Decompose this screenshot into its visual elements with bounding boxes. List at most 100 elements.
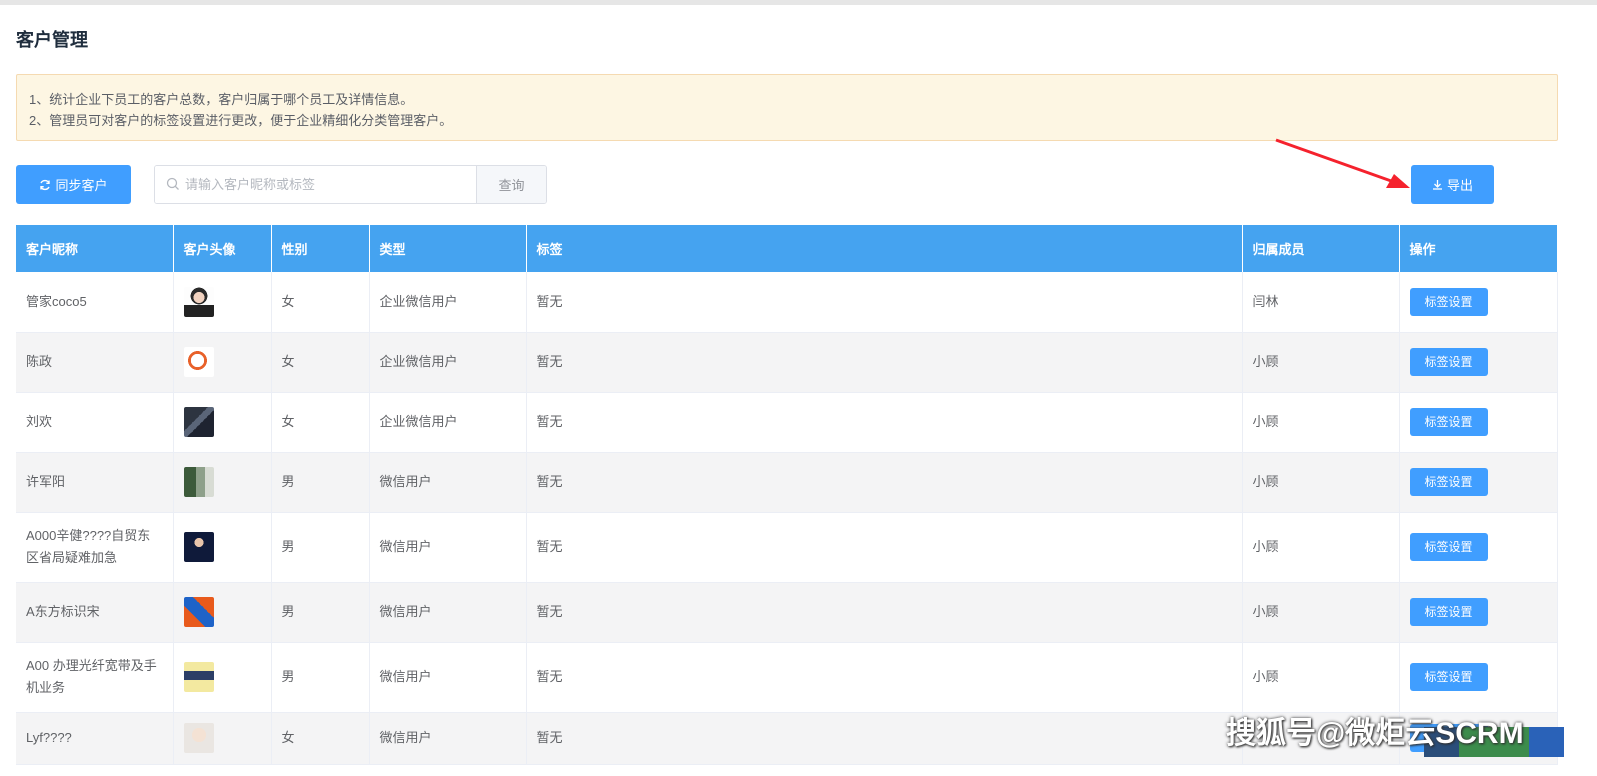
cell-tags: 暂无 xyxy=(526,392,1243,453)
table-header-row: 客户昵称 客户头像 性别 类型 标签 归属成员 操作 xyxy=(16,225,1558,272)
table-row: 许军阳 男 微信用户 暂无 小顾 标签设置 xyxy=(16,452,1558,513)
avatar xyxy=(183,597,214,627)
refresh-icon xyxy=(40,179,51,190)
cell-type-text: 微信用户 xyxy=(379,474,432,489)
table-row: A东方标识宋 男 微信用户 暂无 小顾 标签设置 xyxy=(16,582,1558,643)
cell-owner-text: 小顾 xyxy=(1252,604,1279,619)
tag-settings-button[interactable]: 标签设置 xyxy=(1409,287,1488,316)
cell-tags-text: 暂无 xyxy=(536,604,563,619)
export-button[interactable]: 导出 xyxy=(1411,165,1494,204)
cell-nickname: 陈政 xyxy=(16,332,174,393)
cell-tags: 暂无 xyxy=(526,712,1243,765)
cell-gender: 男 xyxy=(271,642,370,713)
tag-settings-button[interactable]: 标签设置 xyxy=(1409,533,1488,561)
cell-nickname-text: 陈政 xyxy=(26,354,53,369)
tag-settings-button[interactable]: 标签设置 xyxy=(1409,663,1488,691)
cell-avatar xyxy=(173,582,272,643)
tag-settings-button[interactable]: 标签设置 xyxy=(1409,348,1488,376)
sync-customers-button[interactable]: 同步客户 xyxy=(16,165,131,204)
cell-actions: 标签设置 xyxy=(1399,452,1558,513)
cell-gender-text: 男 xyxy=(281,539,295,554)
cell-gender: 女 xyxy=(271,392,370,453)
cell-nickname-text: A东方标识宋 xyxy=(26,604,100,619)
cell-avatar xyxy=(173,332,272,393)
annotation-arrow xyxy=(1275,138,1410,188)
cell-gender: 女 xyxy=(271,712,370,765)
notice-line-2: 2、管理员可对客户的标签设置进行更改，便于企业精细化分类管理客户。 xyxy=(29,113,453,128)
cell-type-text: 企业微信用户 xyxy=(379,414,458,429)
table-row: A000辛健????自贸东区省局疑难加急 男 微信用户 暂无 小顾 标签设置 xyxy=(16,512,1558,583)
cell-type: 微信用户 xyxy=(369,512,527,583)
cell-tags-text: 暂无 xyxy=(536,669,563,684)
cell-tags: 暂无 xyxy=(526,582,1243,643)
cell-actions: 标签设置 xyxy=(1399,582,1558,643)
cell-type-text: 微信用户 xyxy=(379,604,432,619)
cell-type: 微信用户 xyxy=(369,452,527,513)
cell-type-text: 微信用户 xyxy=(379,539,432,554)
search-input[interactable] xyxy=(155,166,476,203)
cell-avatar xyxy=(173,392,272,453)
export-label: 导出 xyxy=(1446,178,1473,193)
cell-tags: 暂无 xyxy=(526,272,1243,333)
cell-gender-text: 女 xyxy=(281,293,295,309)
cell-owner: 闫林 xyxy=(1242,272,1400,333)
cell-gender-text: 男 xyxy=(281,604,295,619)
cell-tags-text: 暂无 xyxy=(536,414,563,429)
cell-gender-text: 男 xyxy=(281,669,295,684)
cell-type: 企业微信用户 xyxy=(369,332,527,393)
cell-nickname: Lyf???? xyxy=(16,712,174,765)
cell-owner: 小顾 xyxy=(1242,582,1400,643)
cell-nickname-text: A000辛健????自贸东区省局疑难加急 xyxy=(26,528,151,565)
cell-owner: 小顾 xyxy=(1242,392,1400,453)
cell-nickname-text: Lyf???? xyxy=(26,730,72,745)
cell-type: 企业微信用户 xyxy=(369,272,527,333)
cell-tags: 暂无 xyxy=(526,452,1243,513)
cell-type: 微信用户 xyxy=(369,712,527,765)
tag-settings-button[interactable]: 标签设置 xyxy=(1409,468,1488,496)
table-row: 管家coco5 女 企业微信用户 暂无 闫林 标签设置 xyxy=(16,272,1558,333)
cell-tags-text: 暂无 xyxy=(536,354,563,369)
cell-nickname: A000辛健????自贸东区省局疑难加急 xyxy=(16,512,174,583)
avatar xyxy=(183,532,214,562)
cell-avatar xyxy=(173,712,272,765)
cell-nickname: 刘欢 xyxy=(16,392,174,453)
cell-gender-text: 女 xyxy=(281,354,295,369)
cell-nickname-text: 许军阳 xyxy=(26,474,66,489)
query-button[interactable]: 查询 xyxy=(476,166,546,203)
tag-settings-button[interactable]: 标签设置 xyxy=(1409,408,1488,436)
cell-owner: 小顾 xyxy=(1242,452,1400,513)
customer-table: 客户昵称 客户头像 性别 类型 标签 归属成员 操作 管家coco5 女企业微信用… xyxy=(16,225,1558,765)
cell-owner-text: 小顾 xyxy=(1252,539,1279,554)
tag-settings-button[interactable]: 标签设置 xyxy=(1409,598,1488,626)
cell-type-text: 微信用户 xyxy=(379,669,432,684)
column-header-owner: 归属成员 xyxy=(1242,225,1400,272)
cell-gender: 男 xyxy=(271,512,370,583)
cell-owner-text: 小顾 xyxy=(1252,669,1279,684)
cell-avatar xyxy=(173,512,272,583)
table-row: 陈政 女 企业微信用户 暂无 小顾 标签设置 xyxy=(16,332,1558,393)
cell-tags: 暂无 xyxy=(526,332,1243,393)
cell-owner-text: 闫林 xyxy=(1252,293,1279,309)
cell-actions: 标签设置 xyxy=(1399,512,1558,583)
cell-nickname-text: 刘欢 xyxy=(26,414,53,429)
cell-nickname: A东方标识宋 xyxy=(16,582,174,643)
table-row: A00 办理光纤宽带及手机业务 男 微信用户 暂无 小顾 标签设置 xyxy=(16,642,1558,713)
cell-owner: 小顾 xyxy=(1242,512,1400,583)
search-group: 查询 xyxy=(154,165,547,204)
cell-gender: 女 xyxy=(271,332,370,393)
cell-type: 微信用户 xyxy=(369,582,527,643)
cell-owner-text: 小顾 xyxy=(1252,474,1279,489)
cell-tags: 暂无 xyxy=(526,642,1243,713)
avatar xyxy=(183,286,214,317)
cell-nickname-text: 管家coco5 xyxy=(26,293,87,309)
notice-line-1: 1、统计企业下员工的客户总数，客户归属于哪个员工及详情信息。 xyxy=(29,92,414,107)
cell-nickname: 管家coco5 xyxy=(16,272,174,333)
cell-gender: 男 xyxy=(271,582,370,643)
avatar xyxy=(183,347,214,377)
cell-actions: 标签设置 xyxy=(1399,332,1558,393)
cell-owner-text: 小顾 xyxy=(1252,354,1279,369)
column-header-avatar: 客户头像 xyxy=(173,225,272,272)
cell-gender: 女 xyxy=(271,272,370,333)
cell-type-text: 企业微信用户 xyxy=(379,293,458,309)
cell-gender: 男 xyxy=(271,452,370,513)
